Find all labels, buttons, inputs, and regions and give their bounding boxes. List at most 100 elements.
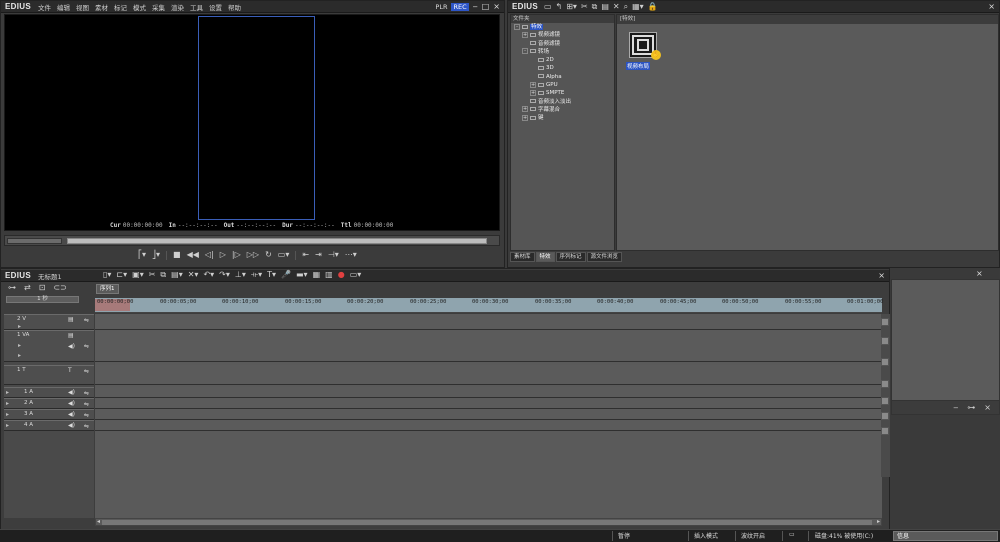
cut-icon[interactable]: ✂ — [579, 2, 590, 12]
loop-icon[interactable]: ↻ — [263, 250, 274, 260]
track-header[interactable]: 2 V ▤ ⇋ ▸ — [4, 314, 94, 330]
track-header[interactable]: ▸ 2 A ◀) ⇋ — [4, 398, 94, 409]
tab-effects[interactable]: 特效 — [535, 252, 555, 262]
close-icon[interactable]: × — [982, 403, 993, 413]
fast-forward-icon[interactable]: ▷▷ — [245, 250, 261, 260]
up-folder-icon[interactable]: ↰ — [554, 2, 565, 12]
scroll-btn[interactable] — [881, 427, 889, 435]
expand-toggle-icon[interactable]: - — [522, 48, 528, 55]
plr-toggle[interactable]: PLR — [435, 3, 447, 11]
trim-icon[interactable]: ⟛▾ — [249, 270, 264, 280]
ripple-mode[interactable]: 波纹开启 — [741, 531, 765, 540]
delete-icon[interactable]: ✕ — [611, 2, 622, 12]
timescale-select[interactable]: 1 秒 — [6, 296, 79, 303]
next-frame-icon[interactable]: |▷ — [230, 250, 243, 260]
tree-item[interactable]: 2D — [511, 56, 614, 64]
horizontal-scrollbar[interactable]: ◂ ▸ — [95, 518, 882, 526]
tree-item[interactable]: + SMPTE — [511, 89, 614, 97]
track-expand-icon[interactable]: ▸ — [6, 411, 9, 418]
lock-icon[interactable]: 🔒 — [646, 2, 660, 12]
track-lane[interactable] — [95, 387, 882, 398]
close-icon[interactable]: × — [976, 269, 983, 278]
paste-icon[interactable]: ▤ — [599, 2, 611, 12]
track-expand-icon[interactable]: ▸ — [6, 389, 9, 396]
minimize-icon[interactable]: ‒ — [951, 403, 960, 413]
tree-item[interactable]: 音频滤镜 — [511, 40, 614, 48]
menu-tools[interactable]: 工具 — [187, 2, 206, 12]
copy-icon[interactable]: ⧉ — [590, 2, 600, 12]
set-in-icon[interactable]: ⎡▾ — [136, 250, 148, 260]
overwrite-to-timeline-icon[interactable]: ⇥ — [313, 250, 324, 260]
expand-toggle-icon[interactable]: - — [514, 23, 520, 30]
new-sequence-icon[interactable]: ▯▾ — [101, 270, 113, 280]
sync-lock-icon[interactable]: ⇋ — [84, 317, 89, 324]
shuttle-slider[interactable] — [7, 238, 62, 244]
paste-icon[interactable]: ▤▾ — [169, 270, 185, 280]
maximize-icon[interactable]: □ — [482, 2, 490, 11]
time-ruler[interactable]: 00:00:00;00 00:00:05;00 00:00:10;00 00:00:1… — [95, 298, 883, 313]
tab-bin[interactable]: 素材库 — [510, 252, 535, 262]
close-icon[interactable]: × — [988, 2, 995, 11]
output-icon[interactable]: ▭▾ — [276, 250, 292, 260]
open-project-icon[interactable]: ⊏▾ — [114, 270, 129, 280]
menu-edit[interactable]: 编辑 — [54, 2, 73, 12]
sync-lock-icon[interactable]: ⇋ — [84, 423, 89, 430]
track-expand-icon[interactable]: ▸ — [6, 400, 9, 407]
tab-source-browser[interactable]: 源文件浏览 — [586, 252, 623, 262]
export-icon[interactable]: ▭▾ — [348, 270, 364, 280]
delete-icon[interactable]: ✕▾ — [186, 270, 201, 280]
tree-item[interactable]: + 字幕混合 — [511, 106, 614, 114]
edit-mode[interactable]: 插入模式 — [694, 531, 718, 540]
minimize-icon[interactable]: ‒ — [473, 2, 478, 11]
voice-over-icon[interactable]: 🎤 — [279, 270, 293, 280]
position-slider[interactable] — [67, 238, 487, 244]
effect-label[interactable]: 视频布局 — [626, 62, 651, 70]
speaker-icon[interactable]: ◀) — [68, 400, 75, 407]
close-icon[interactable]: × — [493, 2, 500, 11]
play-icon[interactable]: ▷ — [218, 250, 228, 260]
menu-clip[interactable]: 素材 — [92, 2, 111, 12]
mixer-icon[interactable]: ▥ — [323, 270, 335, 280]
set-out-icon[interactable]: ⎦▾ — [150, 250, 162, 260]
add-cut-icon[interactable]: ⊥▾ — [233, 270, 248, 280]
track-area[interactable] — [95, 314, 882, 518]
track-lane[interactable] — [95, 314, 882, 330]
search-icon[interactable]: ⌕ — [622, 2, 630, 12]
insert-to-timeline-icon[interactable]: ⇤ — [300, 250, 311, 260]
menu-capture[interactable]: 采集 — [149, 2, 168, 12]
sync-icon[interactable]: ⇄ — [22, 283, 33, 293]
undo-icon[interactable]: ↶▾ — [201, 270, 216, 280]
link-icon[interactable]: ⊶ — [965, 403, 977, 413]
expand-toggle-icon[interactable]: + — [522, 114, 528, 121]
track-expand-icon[interactable]: ▸ — [6, 422, 9, 429]
track-header[interactable]: ▸ 4 A ◀) ⇋ — [4, 420, 94, 431]
menu-marker[interactable]: 标记 — [111, 2, 130, 12]
scroll-btn[interactable] — [881, 412, 889, 420]
tree-item[interactable]: - 特效 — [511, 23, 614, 31]
scrub-bar[interactable] — [4, 235, 500, 246]
scroll-thumb[interactable] — [102, 520, 872, 525]
track-lane[interactable] — [95, 330, 882, 362]
group-icon[interactable]: ⊡ — [37, 283, 48, 293]
track-expand-icon[interactable]: ▸ — [18, 342, 21, 349]
expand-toggle-icon[interactable]: + — [522, 31, 528, 38]
scroll-btn[interactable] — [881, 358, 889, 366]
tab-sequence-markers[interactable]: 序列标记 — [555, 252, 586, 262]
title-track-icon[interactable]: T — [68, 367, 72, 374]
sync-lock-icon[interactable]: ⇋ — [84, 401, 89, 408]
track-header[interactable]: 1 VA ▤ ⇋ ◀) ▸ ▸ — [4, 330, 94, 362]
scroll-left-icon[interactable]: ◂ — [97, 518, 100, 525]
menu-help[interactable]: 帮助 — [225, 2, 244, 12]
link-icon[interactable]: ⊂⊃ — [51, 283, 68, 293]
menu-settings[interactable]: 设置 — [206, 2, 225, 12]
close-icon[interactable]: × — [878, 271, 885, 280]
add-clip-icon[interactable]: ⊞▾ — [564, 2, 579, 12]
stop-icon[interactable]: ■ — [171, 250, 183, 260]
tree-item[interactable]: 3D — [511, 64, 614, 72]
tree-item[interactable]: + 视频滤镜 — [511, 31, 614, 39]
menu-file[interactable]: 文件 — [35, 2, 54, 12]
tree-item[interactable]: - 转场 — [511, 48, 614, 56]
save-icon[interactable]: ▣▾ — [130, 270, 146, 280]
menu-view[interactable]: 视图 — [73, 2, 92, 12]
track-lane[interactable] — [95, 409, 882, 420]
